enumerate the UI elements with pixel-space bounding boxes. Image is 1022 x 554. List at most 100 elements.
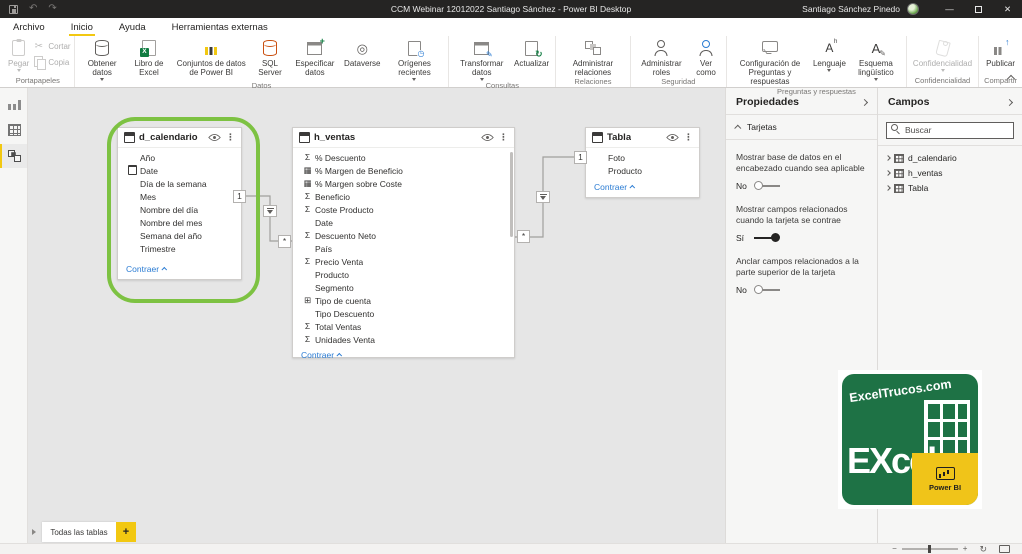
- toggle-switch[interactable]: [753, 233, 780, 243]
- eye-icon[interactable]: [208, 133, 221, 142]
- fit-to-screen-icon[interactable]: [999, 545, 1010, 553]
- table-card-h-ventas[interactable]: h_ventas ⋮ % Descuento: [292, 127, 515, 358]
- minimize-button[interactable]: —: [935, 0, 964, 18]
- field-row[interactable]: País: [293, 242, 514, 255]
- menu-tab[interactable]: Ayuda: [106, 18, 159, 36]
- field-row[interactable]: Semana del año: [118, 229, 241, 242]
- more-options-icon[interactable]: ⋮: [499, 133, 508, 142]
- field-row[interactable]: Tipo Descuento: [293, 307, 514, 320]
- ribbon-button[interactable]: Dataverse: [341, 38, 383, 68]
- report-view-button[interactable]: [0, 92, 27, 116]
- search-input[interactable]: [886, 122, 1014, 139]
- cardinality-one-badge[interactable]: 1: [574, 151, 587, 164]
- field-row[interactable]: Año: [118, 151, 241, 164]
- ribbon-button[interactable]: Administrar relaciones: [559, 38, 627, 77]
- cardinality-one-badge[interactable]: 1: [233, 190, 246, 203]
- cards-section-header[interactable]: Tarjetas: [726, 115, 877, 140]
- ribbon-button[interactable]: Confidencialidad: [910, 38, 975, 72]
- ribbon-button[interactable]: Administrar roles: [634, 38, 689, 77]
- field-row[interactable]: Producto: [293, 268, 514, 281]
- ribbon-button[interactable]: Lenguaje: [810, 38, 849, 72]
- ribbon-button[interactable]: Actualizar: [511, 38, 552, 68]
- zoom-slider[interactable]: [902, 548, 958, 550]
- table-card-tabla[interactable]: Tabla ⋮ Foto: [585, 127, 700, 198]
- zoom-slider-thumb[interactable]: [928, 545, 931, 554]
- filter-direction-icon[interactable]: [536, 191, 550, 203]
- field-row[interactable]: Nombre del mes: [118, 216, 241, 229]
- close-button[interactable]: ✕: [993, 0, 1022, 18]
- collapse-table-link[interactable]: Contraer: [118, 261, 241, 279]
- tab-list-expand-icon[interactable]: [32, 529, 36, 535]
- field-row[interactable]: Foto: [586, 151, 699, 164]
- redo-icon[interactable]: ↷: [48, 4, 56, 14]
- undo-icon[interactable]: ↶: [29, 4, 37, 14]
- collapse-table-link[interactable]: Contraer: [586, 179, 699, 197]
- user-avatar[interactable]: [907, 3, 919, 15]
- field-row[interactable]: Date: [293, 216, 514, 229]
- ribbon-button[interactable]: Esquema lingüístico: [849, 38, 903, 81]
- ribbon-button[interactable]: Libro de Excel: [127, 38, 172, 77]
- card-scrollbar[interactable]: [510, 152, 513, 237]
- ribbon-button[interactable]: Ver como: [689, 38, 723, 77]
- menu-tab[interactable]: Herramientas externas: [159, 18, 281, 36]
- field-row[interactable]: Date: [118, 164, 241, 177]
- table-card-header[interactable]: d_calendario ⋮: [118, 128, 241, 148]
- ribbon-button[interactable]: SQL Server: [251, 38, 289, 77]
- field-row[interactable]: Nombre del día: [118, 203, 241, 216]
- ribbon-button[interactable]: Orígenes recientes: [384, 38, 446, 81]
- signed-in-user[interactable]: Santiago Sánchez Pinedo: [802, 4, 900, 14]
- field-row[interactable]: Descuento Neto: [293, 229, 514, 242]
- maximize-button[interactable]: [964, 0, 993, 18]
- filter-direction-icon[interactable]: [263, 205, 277, 217]
- field-row[interactable]: Segmento: [293, 281, 514, 294]
- ribbon-button[interactable]: Publicar: [983, 38, 1018, 68]
- reset-zoom-icon[interactable]: ↻: [979, 545, 987, 554]
- cardinality-many-badge[interactable]: *: [517, 230, 530, 243]
- eye-icon[interactable]: [666, 133, 679, 142]
- field-row[interactable]: Tipo de cuenta: [293, 294, 514, 307]
- ribbon-button[interactable]: Especificar datos: [289, 38, 341, 77]
- fields-tree-table-item[interactable]: h_ventas: [882, 166, 1018, 181]
- zoom-out-icon[interactable]: −: [892, 545, 897, 553]
- field-row[interactable]: Trimestre: [118, 242, 241, 255]
- table-card-d-calendario[interactable]: d_calendario ⋮ Año: [117, 127, 242, 280]
- field-row[interactable]: % Descuento: [293, 151, 514, 164]
- menu-tab[interactable]: Inicio: [58, 18, 106, 36]
- field-row[interactable]: Total Ventas: [293, 320, 514, 333]
- cut-button[interactable]: Cortar: [32, 40, 70, 53]
- field-row[interactable]: % Margen de Beneficio: [293, 164, 514, 177]
- copy-button[interactable]: Copia: [32, 56, 70, 69]
- eye-icon[interactable]: [481, 133, 494, 142]
- table-card-header[interactable]: h_ventas ⋮: [293, 128, 514, 148]
- save-icon[interactable]: [9, 5, 18, 14]
- more-options-icon[interactable]: ⋮: [226, 133, 235, 142]
- fields-tree-table-item[interactable]: Tabla: [882, 181, 1018, 196]
- model-view-button[interactable]: [0, 144, 27, 168]
- collapse-panel-icon[interactable]: [861, 98, 868, 105]
- add-layout-button[interactable]: +: [116, 522, 136, 542]
- ribbon-button[interactable]: Configuración de Preguntas y respuestas: [730, 38, 810, 87]
- model-canvas[interactable]: 1 * 1 * d_calendario ⋮: [28, 88, 725, 543]
- field-row[interactable]: Día de la semana: [118, 177, 241, 190]
- field-row[interactable]: Unidades Venta: [293, 333, 514, 346]
- toggle-switch[interactable]: [754, 285, 781, 295]
- ribbon-button[interactable]: Conjuntos de datos de Power BI: [171, 38, 251, 77]
- data-view-button[interactable]: [0, 118, 27, 142]
- layout-tab-todas-las-tablas[interactable]: Todas las tablas: [42, 522, 116, 542]
- field-row[interactable]: % Margen sobre Coste: [293, 177, 514, 190]
- field-row[interactable]: Mes: [118, 190, 241, 203]
- cardinality-many-badge[interactable]: *: [278, 235, 291, 248]
- fields-tree-table-item[interactable]: d_calendario: [882, 151, 1018, 166]
- collapse-table-link[interactable]: Contraer: [293, 347, 514, 365]
- paste-button[interactable]: Pegar: [5, 38, 32, 72]
- collapse-panel-icon[interactable]: [1006, 98, 1013, 105]
- field-row[interactable]: Producto: [586, 164, 699, 177]
- field-row[interactable]: Coste Producto: [293, 203, 514, 216]
- ribbon-button[interactable]: Transformar datos: [452, 38, 511, 81]
- menu-tab[interactable]: Archivo: [0, 18, 58, 36]
- toggle-switch[interactable]: [754, 181, 781, 191]
- more-options-icon[interactable]: ⋮: [684, 133, 693, 142]
- field-row[interactable]: Precio Venta: [293, 255, 514, 268]
- ribbon-button[interactable]: Obtener datos: [78, 38, 127, 81]
- zoom-in-icon[interactable]: +: [963, 545, 968, 553]
